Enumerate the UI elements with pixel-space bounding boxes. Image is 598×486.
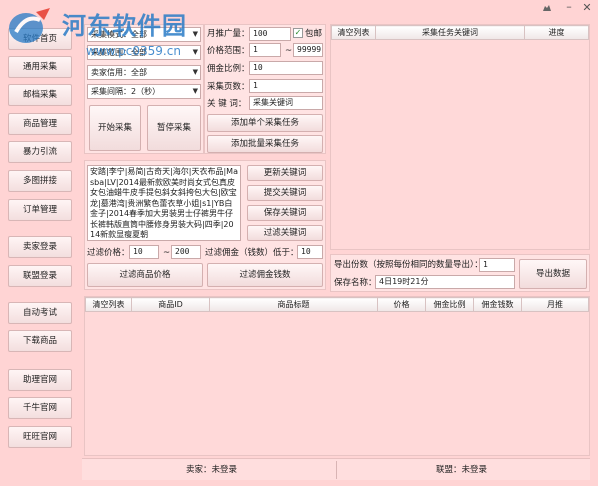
keywords-textarea[interactable]: 安踏|李宁|易简|古奇天|海尔|天衣布品|Masba|LV|2014最新款欧美时… [87,165,241,241]
sidebar-item-qianniu-site[interactable]: 千牛官网 [8,397,72,419]
status-bar: 卖家：未登录 联盟：未登录 [82,458,590,480]
sidebar-item-traffic[interactable]: 暴力引流 [8,141,72,163]
settings-icon[interactable] [540,2,554,14]
clear-product-list-button[interactable]: 清空列表 [85,297,132,312]
filter-commission-input[interactable]: 10 [297,245,323,259]
price-max-input[interactable]: 99999 [293,43,323,57]
price-header: 价格 [377,297,426,312]
price-sep: ~ [285,46,293,56]
baoyou-checkbox[interactable]: ✓ [293,28,303,38]
monthly-input[interactable]: 100 [249,27,291,41]
commission-input[interactable]: 10 [249,61,323,75]
export-panel: 导出份数（按照每份相同的数量导出）： 1 保存名称： 4日19时21分 导出数据 [330,254,590,292]
close-icon[interactable]: ✕ [580,2,594,14]
collect-options-panel: 采集模式：全部 ▼ 采集范围：全部 ▼ 卖家信用：全部 ▼ 采集间隔：2（秒） ▼ 开始… [84,24,204,154]
commission-ratio-header: 佣金比例 [425,297,474,312]
keywords-panel: 安踏|李宁|易简|古奇天|海尔|天衣布品|Masba|LV|2014最新款欧美时… [84,160,326,290]
alliance-status: 联盟：未登录 [436,465,488,475]
sidebar-item-product-manage[interactable]: 商品管理 [8,113,72,135]
filter-price-min-input[interactable]: 10 [129,245,159,259]
filter-price-button[interactable]: 过滤商品价格 [87,263,203,287]
sidebar-item-auto-exam[interactable]: 自动考试 [8,302,72,324]
sidebar-item-general-collect[interactable]: 通用采集 [8,56,72,78]
sidebar-item-mail-collect[interactable]: 邮档采集 [8,84,72,106]
product-table: 清空列表 商品ID 商品标题 价格 佣金比例 佣金钱数 月推 [85,297,589,312]
sidebar-item-home[interactable]: 软件首页 [8,28,72,50]
sidebar-item-download[interactable]: 下载商品 [8,330,72,352]
keyword-label: 关 键 词： [207,99,247,109]
monthly-promo-header: 月推 [521,297,589,312]
commission-amount-header: 佣金钱数 [473,297,522,312]
credit-select[interactable]: 卖家信用：全部 ▼ [87,65,201,80]
clear-task-list-button[interactable]: 清空列表 [331,25,376,40]
product-id-header: 商品ID [131,297,210,312]
sidebar-item-alliance-login[interactable]: 联盟登录 [8,265,72,287]
save-name-label: 保存名称： [334,278,377,288]
product-title-header: 商品标题 [209,297,378,312]
filter-keywords-button[interactable]: 过滤关键词 [247,225,323,241]
price-range-label: 价格范围： [207,46,250,56]
submit-keywords-button[interactable]: 提交关键词 [247,185,323,201]
progress-header: 进度 [524,25,589,40]
monthly-label: 月推广量： [207,29,250,39]
update-keywords-button[interactable]: 更新关键词 [247,165,323,181]
keyword-input[interactable]: 采集关键词 [249,96,323,110]
app-window: – ✕ 软件首页 通用采集 邮档采集 商品管理 暴力引流 多图拼接 订单管理 卖… [0,0,598,486]
collect-params-panel: 月推广量： 100 ✓ 包邮 价格范围： 1 ~ 99999 佣金比例： 10 … [204,24,326,154]
baoyou-label: 包邮 [305,29,323,39]
save-name-input[interactable]: 4日19时21分 [375,275,515,289]
export-data-button[interactable]: 导出数据 [519,259,587,289]
range-select[interactable]: 采集范围：全部 ▼ [87,45,201,60]
task-table: 清空列表 采集任务关键词 进度 [331,25,589,40]
task-list-panel: 清空列表 采集任务关键词 进度 [330,24,590,250]
task-keyword-header: 采集任务关键词 [375,25,525,40]
export-count-label: 导出份数（按照每份相同的数量导出）： [334,260,483,270]
filter-price-label: 过滤价格： [87,248,130,258]
filter-commission-label: 过滤佣金（钱数）低于： [205,248,299,258]
interval-select[interactable]: 采集间隔：2（秒） ▼ [87,84,201,99]
start-collect-button[interactable]: 开始采集 [89,105,141,151]
filter-price-max-input[interactable]: 200 [171,245,201,259]
price-min-input[interactable]: 1 [249,43,281,57]
pause-collect-button[interactable]: 暂停采集 [147,105,201,151]
sidebar-item-seller-login[interactable]: 卖家登录 [8,236,72,258]
save-keywords-button[interactable]: 保存关键词 [247,205,323,221]
mode-select[interactable]: 采集模式：全部 ▼ [87,27,201,42]
filter-commission-button[interactable]: 过滤佣金钱数 [207,263,323,287]
sidebar-item-wangwang-site[interactable]: 旺旺官网 [8,426,72,448]
sidebar-item-assistant-site[interactable]: 助理官网 [8,369,72,391]
commission-label: 佣金比例： [207,64,250,74]
pages-label: 采集页数： [207,82,250,92]
minimize-icon[interactable]: – [562,1,576,14]
pages-input[interactable]: 1 [249,79,323,93]
add-single-task-button[interactable]: 添加单个采集任务 [207,114,323,132]
filter-price-sep: ~ [163,248,171,258]
seller-status: 卖家：未登录 [186,465,238,475]
status-divider [336,461,337,479]
add-batch-task-button[interactable]: 添加批量采集任务 [207,135,323,153]
sidebar-item-order-manage[interactable]: 订单管理 [8,199,72,221]
product-table-panel: 清空列表 商品ID 商品标题 价格 佣金比例 佣金钱数 月推 [84,296,590,456]
export-count-input[interactable]: 1 [479,258,515,272]
sidebar-item-image-stitch[interactable]: 多图拼接 [8,170,72,192]
